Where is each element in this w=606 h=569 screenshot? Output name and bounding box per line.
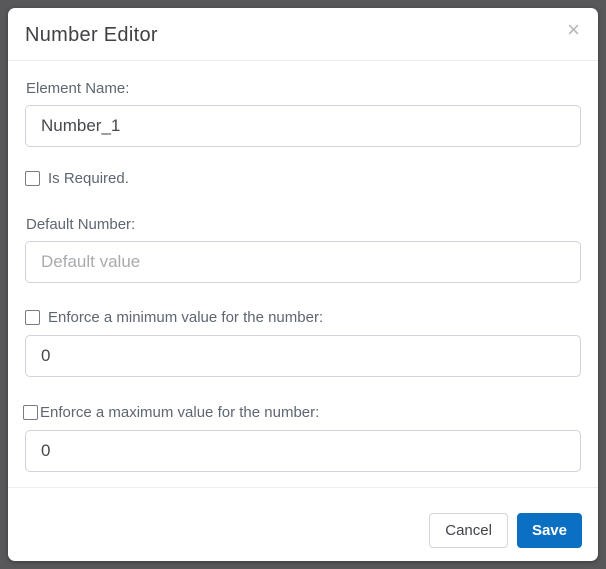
element-name-input[interactable] [25,105,581,147]
save-button[interactable]: Save [517,513,582,548]
enforce-minimum-label: Enforce a minimum value for the number: [48,309,323,326]
minimum-value-input[interactable] [25,335,581,377]
enforce-maximum-label: Enforce a maximum value for the number: [40,404,319,421]
dialog-body: Element Name: Is Required. Default Numbe… [8,61,598,472]
enforce-minimum-row[interactable]: Enforce a minimum value for the number: [25,309,581,326]
is-required-checkbox[interactable] [25,171,40,186]
dialog-title: Number Editor [25,23,158,47]
dialog-footer: Cancel Save [8,487,598,561]
enforce-minimum-checkbox[interactable] [25,310,40,325]
close-icon[interactable]: × [565,21,582,39]
enforce-maximum-checkbox[interactable] [23,405,38,420]
enforce-maximum-row[interactable]: Enforce a maximum value for the number: [25,404,581,421]
cancel-button[interactable]: Cancel [429,513,508,548]
maximum-value-input[interactable] [25,430,581,472]
is-required-label: Is Required. [48,170,129,187]
number-editor-dialog: Number Editor × Element Name: Is Require… [8,8,598,561]
dialog-header: Number Editor × [8,8,598,61]
element-name-label: Element Name: [26,80,581,98]
default-number-label: Default Number: [26,216,581,234]
default-number-input[interactable] [25,241,581,283]
is-required-row[interactable]: Is Required. [25,170,581,187]
